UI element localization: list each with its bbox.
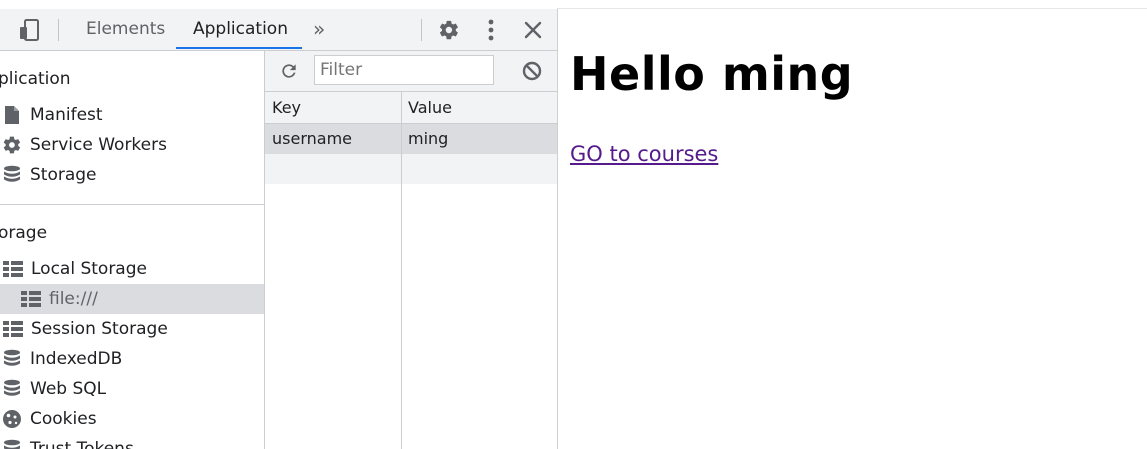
grid-icon	[3, 259, 23, 279]
section-title-application: plication	[0, 69, 71, 89]
devtools-panel: Elements Application » plication Manifes…	[0, 9, 558, 449]
sidebar-item-label: Storage	[30, 165, 97, 185]
column-separator	[401, 92, 402, 449]
filter-input[interactable]	[314, 55, 494, 85]
grid-icon	[3, 319, 23, 339]
sidebar-item-label: IndexedDB	[30, 349, 123, 369]
sidebar-item-label: Manifest	[30, 105, 103, 125]
gear-icon[interactable]	[437, 18, 461, 42]
sidebar-item-label: Session Storage	[31, 319, 168, 339]
cell-key: username	[272, 129, 352, 148]
sidebar-item-cookies[interactable]: Cookies	[0, 404, 264, 434]
page-content: Hello ming GO to courses	[558, 9, 1147, 449]
tabbar-separator	[58, 19, 59, 41]
sidebar-item-manifest[interactable]: Manifest	[0, 100, 264, 130]
application-sidebar: plication Manifest Service Workers Stora…	[0, 51, 265, 449]
sidebar-item-local-storage-file[interactable]: file:///	[0, 284, 264, 314]
database-icon	[2, 379, 22, 399]
sidebar-item-label: Service Workers	[30, 135, 167, 155]
more-tabs-button[interactable]: »	[313, 9, 325, 50]
courses-link[interactable]: GO to courses	[570, 142, 718, 166]
table-row-empty[interactable]	[265, 154, 557, 184]
tabbar-separator	[421, 19, 422, 41]
storage-table-pane: Key Value username ming	[265, 51, 557, 449]
table-row[interactable]: username ming	[265, 124, 557, 154]
sidebar-item-local-storage[interactable]: Local Storage	[0, 254, 264, 284]
device-toggle-icon[interactable]	[16, 19, 42, 41]
close-icon[interactable]	[521, 18, 545, 42]
column-header-value[interactable]: Value	[402, 92, 557, 123]
clear-all-icon[interactable]	[520, 59, 544, 83]
sidebar-item-label: Web SQL	[30, 379, 107, 399]
column-header-key[interactable]: Key	[265, 92, 401, 123]
sidebar-item-label: file:///	[49, 289, 98, 309]
devtools-tabbar: Elements Application »	[0, 9, 557, 51]
tab-elements[interactable]: Elements	[86, 9, 165, 50]
tab-application[interactable]: Application	[193, 9, 288, 50]
sidebar-item-label: Trust Tokens	[30, 439, 134, 449]
table-header: Key Value	[265, 92, 557, 124]
database-icon	[2, 349, 22, 369]
storage-toolbar	[265, 51, 557, 92]
sidebar-item-service-workers[interactable]: Service Workers	[0, 130, 264, 160]
active-tab-indicator	[176, 47, 302, 49]
cookie-icon	[2, 409, 22, 429]
refresh-icon[interactable]	[277, 59, 301, 83]
sidebar-item-indexeddb[interactable]: IndexedDB	[0, 344, 264, 374]
browser-top-strip	[0, 0, 1147, 9]
vertical-ellipsis-icon[interactable]	[480, 18, 502, 42]
sidebar-item-trust-tokens[interactable]: Trust Tokens	[0, 434, 264, 449]
grid-icon	[21, 289, 41, 309]
page-heading: Hello ming	[570, 47, 854, 101]
sidebar-item-label: Cookies	[30, 409, 97, 429]
sidebar-item-web-sql[interactable]: Web SQL	[0, 374, 264, 404]
sidebar-item-label: Local Storage	[31, 259, 147, 279]
database-icon	[2, 165, 22, 185]
gear-icon	[2, 135, 22, 155]
cell-value: ming	[408, 129, 449, 148]
sidebar-divider	[0, 204, 264, 205]
sidebar-item-session-storage[interactable]: Session Storage	[0, 314, 264, 344]
file-icon	[2, 105, 22, 125]
section-title-storage: orage	[0, 223, 48, 243]
sidebar-item-storage[interactable]: Storage	[0, 160, 264, 190]
database-icon	[2, 439, 22, 449]
